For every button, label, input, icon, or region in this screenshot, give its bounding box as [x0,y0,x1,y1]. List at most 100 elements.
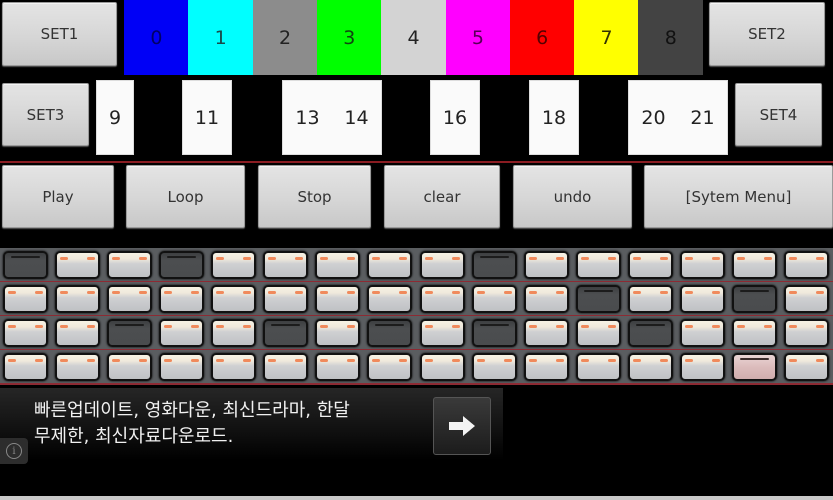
color-swatch-1[interactable]: 1 [188,0,254,75]
step-pad[interactable] [3,285,48,313]
step-pad[interactable] [419,319,465,347]
step-pad[interactable] [3,353,48,381]
key-label: 14 [344,106,369,129]
key-label: 18 [541,106,567,129]
set2-button[interactable]: SET2 [709,2,825,66]
step-pad[interactable] [55,319,101,347]
key-9[interactable]: 9 [96,80,134,155]
stop-button[interactable]: Stop [258,165,371,228]
step-pad[interactable] [315,353,361,381]
step-pad[interactable] [471,319,517,347]
set1-label: SET1 [40,25,79,43]
step-pad[interactable] [575,319,621,347]
step-pad[interactable] [159,319,205,347]
step-pad[interactable] [367,251,413,279]
color-swatch-8[interactable]: 8 [638,0,704,75]
step-pad[interactable] [263,353,309,381]
step-pad[interactable] [523,353,569,381]
set4-button[interactable]: SET4 [735,83,822,146]
step-pad[interactable] [575,353,621,381]
color-swatch-3[interactable]: 3 [316,0,382,75]
step-pad[interactable] [419,353,465,381]
step-pad[interactable] [679,285,725,313]
color-swatch-7[interactable]: 7 [574,0,639,75]
step-pad[interactable] [471,251,517,279]
key-18[interactable]: 18 [529,80,579,155]
key-20-21[interactable]: 20 21 [628,80,728,155]
color-swatch-label: 7 [600,26,613,49]
system-menu-button[interactable]: [Sytem Menu] [644,165,833,228]
color-swatch-2[interactable]: 2 [252,0,318,75]
step-pad[interactable] [627,319,673,347]
play-button[interactable]: Play [2,165,114,228]
step-pad[interactable] [3,251,48,279]
step-pad[interactable] [211,251,257,279]
step-pad[interactable] [731,251,777,279]
ad-arrow-button[interactable] [433,397,491,455]
step-pad[interactable] [575,251,621,279]
step-pad[interactable] [523,285,569,313]
key-13-14[interactable]: 13 14 [282,80,382,155]
step-pad[interactable] [263,285,309,313]
step-pad[interactable] [315,285,361,313]
step-pad[interactable] [627,285,673,313]
color-swatch-4[interactable]: 4 [381,0,446,75]
step-pad[interactable] [679,353,725,381]
step-pad[interactable] [367,319,413,347]
undo-button[interactable]: undo [513,165,632,228]
step-pad[interactable] [419,285,465,313]
step-pad[interactable] [471,353,517,381]
step-pad[interactable] [367,353,413,381]
step-pad[interactable] [783,353,829,381]
step-pad[interactable] [107,353,153,381]
step-pad[interactable] [211,319,257,347]
step-pad[interactable] [55,251,101,279]
step-pad[interactable] [523,251,569,279]
step-pad[interactable] [315,319,361,347]
step-pad[interactable] [731,285,777,313]
step-pad[interactable] [211,353,257,381]
step-pad[interactable] [211,285,257,313]
step-pad[interactable] [627,251,673,279]
color-swatch-6[interactable]: 6 [509,0,575,75]
key-11[interactable]: 11 [182,80,232,155]
ad-info-button[interactable]: i [0,438,28,464]
step-pad[interactable] [419,251,465,279]
step-pad[interactable] [159,285,205,313]
step-pad[interactable] [731,319,777,347]
set3-button[interactable]: SET3 [2,83,89,146]
step-pad[interactable] [783,251,829,279]
step-pad[interactable] [731,353,777,381]
step-pad[interactable] [159,353,205,381]
step-pad[interactable] [263,251,309,279]
step-pad[interactable] [783,319,829,347]
step-pad[interactable] [107,319,153,347]
step-pad[interactable] [679,251,725,279]
key-label: 13 [295,106,320,129]
step-pad[interactable] [627,353,673,381]
set1-button[interactable]: SET1 [2,2,117,66]
step-pad[interactable] [159,251,205,279]
loop-button[interactable]: Loop [126,165,245,228]
step-pad[interactable] [471,285,517,313]
step-pad[interactable] [107,251,153,279]
color-swatch-0[interactable]: 0 [124,0,189,75]
step-pad[interactable] [263,319,309,347]
key-16[interactable]: 16 [430,80,480,155]
ad-text: 빠른업데이트, 영화다운, 최신드라마, 한달 무제한, 최신자료다운로드. [34,398,424,450]
step-pad[interactable] [523,319,569,347]
step-pad[interactable] [367,285,413,313]
color-swatch-5[interactable]: 5 [445,0,511,75]
step-pad[interactable] [55,285,101,313]
bottom-edge [0,496,833,500]
step-pad[interactable] [783,285,829,313]
step-pad[interactable] [679,319,725,347]
step-pad[interactable] [107,285,153,313]
step-pad[interactable] [575,285,621,313]
step-pad[interactable] [55,353,101,381]
step-pad[interactable] [315,251,361,279]
ad-banner[interactable]: 빠른업데이트, 영화다운, 최신드라마, 한달 무제한, 최신자료다운로드. [0,388,503,460]
divider [0,161,833,163]
step-pad[interactable] [3,319,48,347]
clear-button[interactable]: clear [384,165,500,228]
